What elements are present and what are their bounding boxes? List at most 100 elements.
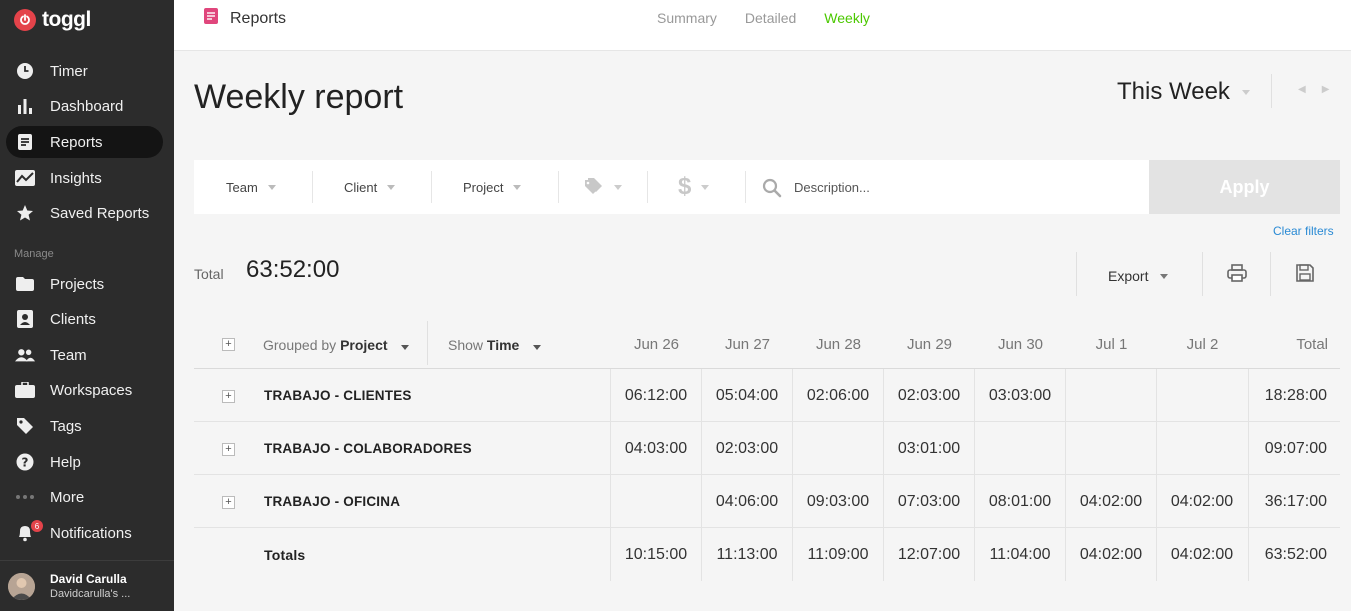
star-icon — [15, 203, 35, 223]
filter-client[interactable]: Client — [344, 160, 396, 214]
divider — [745, 171, 746, 203]
sidebar-item-workspaces[interactable]: Workspaces — [6, 374, 163, 406]
tab-summary[interactable]: Summary — [657, 10, 717, 26]
tab-weekly[interactable]: Weekly — [824, 10, 870, 26]
briefcase-icon — [15, 380, 35, 400]
description-search-input[interactable] — [794, 174, 1134, 200]
filter-tags[interactable] — [584, 160, 622, 214]
print-button[interactable] — [1226, 263, 1248, 286]
table-cell: 02:03:00 — [701, 422, 792, 475]
chevron-down-icon — [267, 184, 276, 190]
divider — [647, 171, 648, 203]
sidebar-item-label: Workspaces — [50, 381, 133, 399]
table-cell: 11:04:00 — [974, 528, 1065, 581]
divider — [1270, 252, 1271, 296]
grand-total: 63:52:00 — [1248, 528, 1339, 581]
sidebar-item-label: Tags — [50, 417, 82, 435]
tab-detailed[interactable]: Detailed — [745, 10, 796, 26]
team-icon — [15, 345, 35, 365]
table-cell — [1156, 369, 1247, 422]
column-header-total: Total — [1296, 336, 1328, 353]
row-total: 18:28:00 — [1248, 369, 1339, 422]
sidebar-item-saved-reports[interactable]: Saved Reports — [6, 197, 163, 229]
weekly-report-table: + Grouped by Project Show Time Jun 26 Ju… — [194, 318, 1340, 581]
grouped-by-selector[interactable]: Grouped by Project — [263, 337, 410, 353]
table-cell: 04:02:00 — [1156, 528, 1247, 581]
sidebar-item-label: Clients — [50, 310, 96, 328]
expand-row-button[interactable]: + — [222, 496, 235, 509]
sidebar-item-more[interactable]: More — [6, 481, 163, 513]
filter-project[interactable]: Project — [463, 160, 522, 214]
filter-bar: Team Client Project $ Apply — [194, 160, 1340, 214]
table-cell — [1156, 422, 1247, 475]
export-button[interactable]: Export — [1108, 268, 1169, 284]
period-navigation: ◀ ▶ — [1298, 84, 1329, 95]
column-header-day: Jul 2 — [1186, 336, 1219, 353]
table-cell — [792, 422, 883, 475]
grouped-by-value: Project — [340, 337, 388, 353]
manage-section-label: Manage — [14, 248, 54, 260]
period-label: This Week — [1117, 78, 1230, 105]
sidebar: toggl Timer Dashboard Reports Insights S… — [0, 0, 174, 611]
clear-filters-link[interactable]: Clear filters — [1273, 224, 1334, 238]
divider — [312, 171, 313, 203]
period-selector[interactable]: This Week — [1117, 78, 1250, 106]
apply-button[interactable]: Apply — [1149, 160, 1340, 214]
table-cell: 02:03:00 — [883, 369, 974, 422]
filter-team[interactable]: Team — [226, 160, 276, 214]
table-cell: 03:01:00 — [883, 422, 974, 475]
sidebar-item-clients[interactable]: Clients — [6, 303, 163, 335]
table-cell — [1065, 422, 1156, 475]
folder-icon — [15, 274, 35, 294]
row-total: 09:07:00 — [1248, 422, 1339, 475]
user-name: David Carulla — [50, 572, 127, 586]
sidebar-item-projects[interactable]: Projects — [6, 268, 163, 300]
table-cell: 03:03:00 — [974, 369, 1065, 422]
expand-all-button[interactable]: + — [222, 338, 235, 351]
chevron-down-icon — [401, 345, 410, 350]
sidebar-item-label: Saved Reports — [50, 204, 150, 222]
project-name: TRABAJO - COLABORADORES — [264, 441, 472, 456]
user-profile[interactable]: David Carulla Davidcarulla's ... — [0, 560, 174, 611]
totals-label: Totals — [264, 547, 306, 563]
filter-team-label: Team — [226, 179, 258, 195]
power-icon — [14, 9, 36, 31]
table-cell: 11:13:00 — [701, 528, 792, 581]
sidebar-item-timer[interactable]: Timer — [6, 55, 163, 87]
table-cell — [974, 422, 1065, 475]
sidebar-item-dashboard[interactable]: Dashboard — [6, 90, 163, 122]
sidebar-item-tags[interactable]: Tags — [6, 410, 163, 442]
reports-icon — [204, 8, 218, 29]
show-selector[interactable]: Show Time — [448, 337, 542, 353]
sidebar-item-help[interactable]: ? Help — [6, 446, 163, 478]
chevron-down-icon — [387, 184, 396, 190]
header-title-text: Reports — [230, 9, 287, 27]
sidebar-item-reports[interactable]: Reports — [6, 126, 163, 158]
help-icon: ? — [15, 452, 35, 472]
next-period-button[interactable]: ▶ — [1322, 84, 1330, 95]
save-report-button[interactable] — [1294, 263, 1316, 286]
chevron-down-icon — [701, 184, 710, 190]
column-header-day: Jul 1 — [1095, 336, 1128, 353]
divider — [1076, 252, 1077, 296]
table-cell: 02:06:00 — [792, 369, 883, 422]
page-title: Weekly report — [194, 78, 404, 116]
sidebar-item-insights[interactable]: Insights — [6, 162, 163, 194]
expand-row-button[interactable]: + — [222, 390, 235, 403]
export-label: Export — [1108, 268, 1149, 284]
divider — [431, 171, 432, 203]
sidebar-item-team[interactable]: Team — [6, 339, 163, 371]
previous-period-button[interactable]: ◀ — [1298, 84, 1306, 95]
expand-row-button[interactable]: + — [222, 443, 235, 456]
show-value: Time — [486, 337, 520, 353]
more-dots-icon — [15, 487, 35, 507]
logo-text: toggl — [42, 8, 91, 31]
filter-billable[interactable]: $ — [678, 160, 710, 214]
sidebar-item-notifications[interactable]: 6 Notifications — [6, 517, 163, 549]
table-cell: 12:07:00 — [883, 528, 974, 581]
table-cell: 04:03:00 — [610, 422, 701, 475]
grouped-by-prefix: Grouped by — [263, 337, 337, 353]
toggl-logo[interactable]: toggl — [14, 8, 91, 32]
table-cell — [610, 475, 701, 528]
tags-icon — [584, 177, 608, 198]
